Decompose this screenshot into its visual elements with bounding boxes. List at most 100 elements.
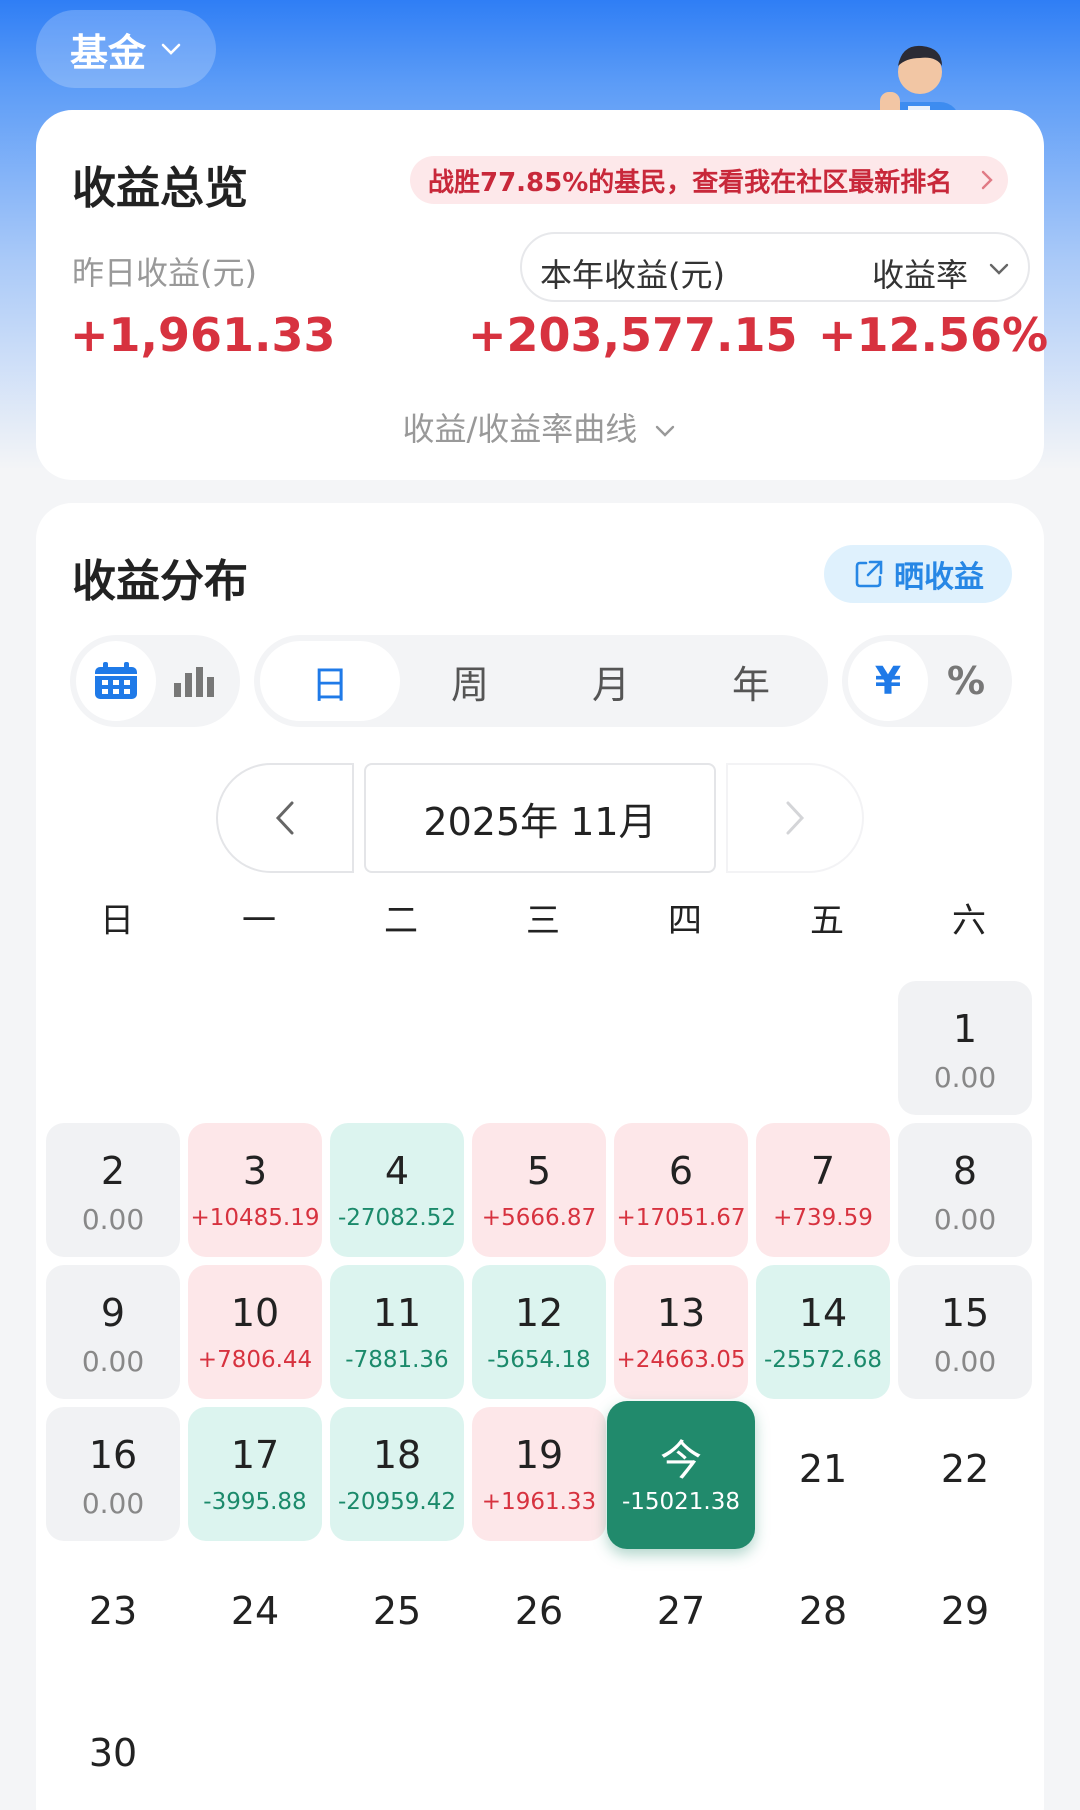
calendar-day-cell[interactable]: 29 (898, 1549, 1032, 1683)
calendar-day-number: 11 (372, 1291, 422, 1335)
calendar-day-cell[interactable]: 2 0.00 (46, 1123, 180, 1257)
distribution-title: 收益分布 (72, 556, 248, 607)
calendar-day-cell[interactable]: 8 0.00 (898, 1123, 1032, 1257)
weekday-label: 五 (810, 901, 844, 941)
weekday-label: 日 (100, 901, 134, 941)
calendar-day-cell[interactable]: 21 (756, 1407, 890, 1541)
calendar-day-cell[interactable]: 25 (330, 1549, 464, 1683)
calendar-day-cell[interactable]: 17 -3995.88 (188, 1407, 322, 1541)
calendar-day-cell[interactable]: 23 (46, 1549, 180, 1683)
calendar-day-cell[interactable]: 22 (898, 1407, 1032, 1541)
calendar-day-number: 27 (656, 1589, 706, 1633)
unit-amount-button[interactable]: ¥ (848, 641, 928, 721)
year-income-label: 本年收益(元) (540, 256, 725, 294)
calendar-day-number: 5 (526, 1149, 552, 1193)
calendar-day-income: +5666.87 (481, 1205, 597, 1231)
unit-percent-button[interactable]: % (926, 641, 1006, 721)
year-rate-value: +12.56% (818, 308, 1049, 362)
calendar-day-cell[interactable]: 6 +17051.67 (614, 1123, 748, 1257)
calendar-day-cell[interactable]: 1 0.00 (898, 981, 1032, 1115)
curve-toggle[interactable]: 收益/收益率曲线 (36, 404, 1044, 450)
calendar-day-cell[interactable]: 28 (756, 1549, 890, 1683)
chevron-down-icon (161, 43, 181, 55)
calendar-day-number: 19 (514, 1433, 564, 1477)
chevron-right-icon (981, 170, 993, 190)
calendar-day-cell[interactable]: 15 0.00 (898, 1265, 1032, 1399)
calendar-day-cell[interactable]: 11 -7881.36 (330, 1265, 464, 1399)
rate-label: 收益率 (872, 256, 969, 294)
curve-toggle-label: 收益/收益率曲线 (402, 410, 638, 448)
period-day-tab[interactable]: 日 (260, 641, 400, 721)
bar-chart-view-button[interactable] (154, 641, 234, 721)
calendar-day-income: 0.00 (81, 1345, 145, 1378)
calendar-day-number: 22 (940, 1447, 990, 1491)
calendar-day-income: -3995.88 (203, 1489, 307, 1515)
calendar-day-number: 18 (372, 1433, 422, 1477)
calendar-day-income: +10485.19 (190, 1205, 320, 1231)
next-month-button[interactable] (726, 763, 864, 873)
calendar-day-number: 6 (668, 1149, 694, 1193)
calendar-day-number: 2 (100, 1149, 126, 1193)
calendar-day-number: 9 (100, 1291, 126, 1335)
calendar-day-cell[interactable]: 今 -15021.38 (607, 1401, 755, 1549)
calendar-day-income: -25572.68 (763, 1347, 883, 1373)
calendar-day-number: 26 (514, 1589, 564, 1633)
bar-chart-icon (174, 667, 214, 697)
calendar-day-income: +739.59 (773, 1205, 873, 1231)
calendar-day-number: 7 (810, 1149, 836, 1193)
calendar-day-cell[interactable]: 3 +10485.19 (188, 1123, 322, 1257)
year-income-selector[interactable]: 本年收益(元) 收益率 (520, 232, 1030, 302)
chevron-down-icon (656, 425, 675, 437)
calendar-day-income: -7881.36 (345, 1347, 449, 1373)
calendar-day-number: 28 (798, 1589, 848, 1633)
calendar-day-cell[interactable]: 19 +1961.33 (472, 1407, 606, 1541)
share-income-button[interactable]: 晒收益 (824, 545, 1012, 603)
period-toggle: 日 周 月 年 (254, 635, 828, 727)
yesterday-income-label: 昨日收益(元) (72, 254, 257, 292)
calendar-day-number: 16 (88, 1433, 138, 1477)
calendar-day-cell[interactable]: 24 (188, 1549, 322, 1683)
fund-type-selector[interactable]: 基金 (36, 10, 216, 88)
calendar-day-cell[interactable]: 16 0.00 (46, 1407, 180, 1541)
calendar-day-income: 0.00 (933, 1061, 997, 1094)
prev-month-button[interactable] (216, 763, 354, 873)
period-year-tab[interactable]: 年 (681, 641, 821, 721)
calendar-day-cell[interactable]: 4 -27082.52 (330, 1123, 464, 1257)
distribution-card: 收益分布 晒收益 日 周 月 年 ¥ % 2025年 11月 日 一 二 三 四… (36, 503, 1044, 1810)
calendar-day-income: -20959.42 (337, 1489, 457, 1515)
calendar-day-cell[interactable]: 13 +24663.05 (614, 1265, 748, 1399)
calendar-day-cell[interactable]: 12 -5654.18 (472, 1265, 606, 1399)
period-month-tab[interactable]: 月 (541, 641, 681, 721)
calendar-day-cell[interactable]: 14 -25572.68 (756, 1265, 890, 1399)
calendar-day-cell[interactable]: 30 (46, 1691, 180, 1810)
calendar-day-number: 3 (242, 1149, 268, 1193)
period-week-tab[interactable]: 周 (400, 641, 540, 721)
calendar-day-cell[interactable]: 27 (614, 1549, 748, 1683)
weekday-label: 六 (952, 901, 986, 941)
year-income-value: +203,577.15 (468, 308, 798, 362)
calendar-day-cell[interactable]: 9 0.00 (46, 1265, 180, 1399)
overview-card: 收益总览 战胜77.85%的基民，查看我在社区最新排名 昨日收益(元) 本年收益… (36, 110, 1048, 480)
calendar-day-number: 23 (88, 1589, 138, 1633)
calendar-day-cell[interactable]: 7 +739.59 (756, 1123, 890, 1257)
calendar-day-cell[interactable]: 26 (472, 1549, 606, 1683)
calendar-day-income: -27082.52 (337, 1205, 457, 1231)
calendar-day-number: 13 (656, 1291, 706, 1335)
calendar-day-cell[interactable]: 10 +7806.44 (188, 1265, 322, 1399)
calendar-day-number: 29 (940, 1589, 990, 1633)
calendar-view-button[interactable] (76, 641, 156, 721)
yesterday-income-value: +1,961.33 (70, 308, 336, 362)
calendar-day-income: 0.00 (933, 1203, 997, 1236)
calendar-day-number: 30 (88, 1731, 138, 1775)
calendar-day-number: 今 (659, 1436, 702, 1485)
community-rank-banner[interactable]: 战胜77.85%的基民，查看我在社区最新排名 (410, 156, 1008, 204)
calendar-icon (95, 662, 137, 699)
share-income-label: 晒收益 (894, 560, 984, 595)
calendar-day-number: 17 (230, 1433, 280, 1477)
chevron-left-icon (275, 801, 294, 835)
weekday-label: 二 (384, 901, 418, 941)
weekday-header: 日 一 二 三 四 五 六 (46, 893, 1040, 943)
chevron-right-icon (786, 801, 805, 835)
calendar-day-cell[interactable]: 18 -20959.42 (330, 1407, 464, 1541)
calendar-day-cell[interactable]: 5 +5666.87 (472, 1123, 606, 1257)
